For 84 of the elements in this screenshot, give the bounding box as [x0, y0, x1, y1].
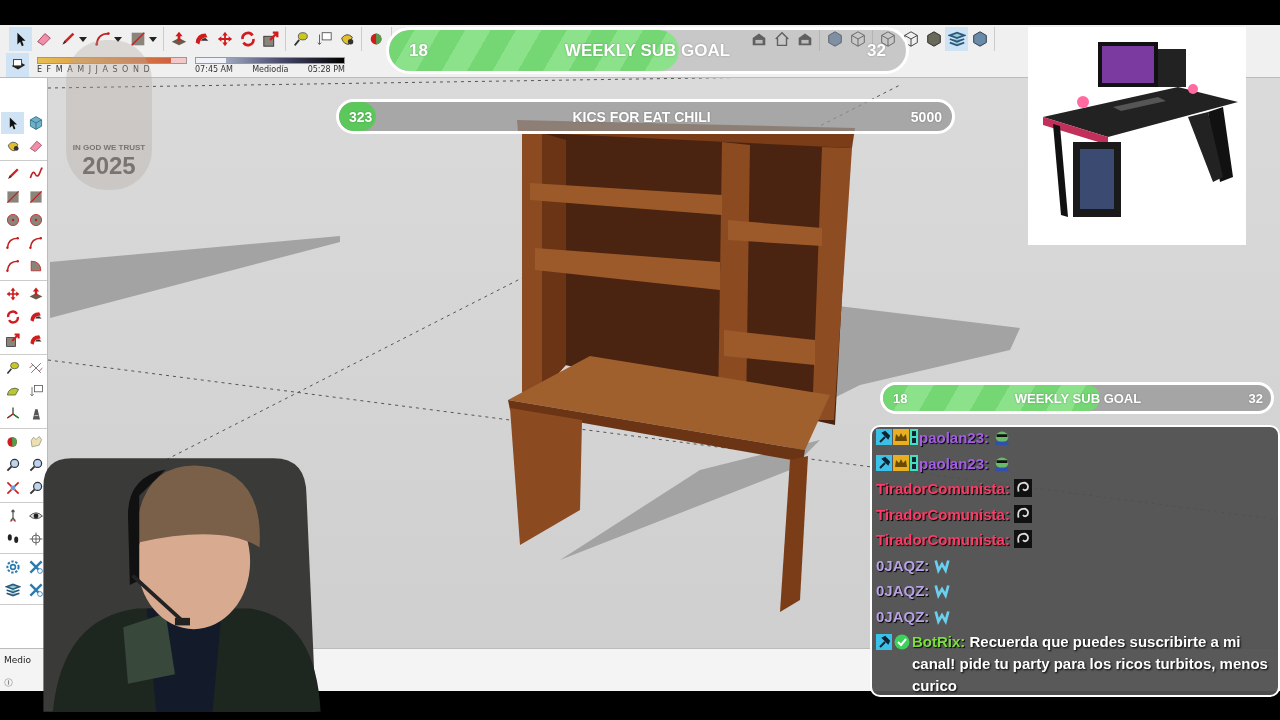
zoom-icon: [27, 480, 44, 496]
crown-badge-icon: [893, 429, 909, 445]
rectangle-icon: [4, 189, 21, 205]
swirl-emote-icon: [1013, 530, 1032, 548]
chat-username[interactable]: TiradorComunista:: [876, 505, 1010, 523]
cube-outline-icon: [901, 30, 920, 48]
goal-title: WEEKLY SUB GOAL: [1014, 390, 1142, 406]
goal-current: 18: [893, 390, 908, 406]
tape-measure-icon: [291, 30, 310, 48]
rotate-icon: [238, 30, 257, 48]
shadow-toggle[interactable]: [6, 53, 29, 77]
rectangle-icon: [27, 189, 44, 205]
dimension-icon: [27, 360, 44, 376]
chat-username[interactable]: paolan23:: [919, 454, 990, 472]
time-label: 05:28 PM: [307, 64, 345, 74]
hammer-badge-icon: [876, 634, 892, 650]
goal-target: 32: [867, 40, 886, 61]
tape-measure-icon: [4, 360, 21, 376]
crosshair-icon: [27, 531, 44, 547]
swirl-emote-icon: [1013, 504, 1032, 523]
chat-username[interactable]: TiradorComunista:: [876, 531, 1010, 548]
section-icon: [27, 582, 44, 598]
og-badge-icon: [910, 454, 918, 471]
layers-icon: [4, 582, 21, 598]
push-pull-icon: [27, 286, 44, 302]
arrow-tool[interactable]: [1, 112, 24, 134]
swirl-emote-icon: [1013, 479, 1032, 497]
text-icon: [27, 383, 44, 399]
arc-icon: [93, 30, 112, 48]
push-pull-icon: [169, 30, 188, 48]
scale-icon: [261, 30, 280, 48]
layers-icon: [947, 30, 966, 48]
move-icon: [4, 286, 21, 302]
cube-icon: [825, 30, 844, 48]
move-icon: [215, 30, 234, 48]
cube-icon: [970, 30, 989, 48]
gear-icon: [4, 559, 21, 575]
logo-year: 2025: [82, 152, 136, 180]
time-label: 07:45 AM: [195, 64, 233, 74]
status-text: Medio: [4, 655, 32, 665]
circle-icon: [27, 212, 44, 228]
eraser-icon: [34, 30, 53, 48]
hammer-badge-icon: [876, 454, 892, 471]
chat-username[interactable]: 0JAQZ:: [876, 582, 930, 599]
goal-target: 5000: [910, 108, 942, 125]
chat-username[interactable]: TiradorComunista:: [876, 480, 1010, 497]
caret-icon: [148, 35, 157, 43]
section-icon: [27, 559, 44, 575]
caret-icon: [113, 35, 122, 43]
hammer-badge-icon: [876, 429, 892, 445]
zoom-icon: [4, 457, 21, 473]
rotate-icon: [4, 309, 21, 325]
chat-username[interactable]: 0JAQZ:: [876, 556, 930, 574]
chat-username[interactable]: 0JAQZ:: [876, 607, 930, 625]
circle-icon: [4, 212, 21, 228]
eraser-icon: [27, 138, 44, 154]
month-slider[interactable]: [38, 57, 172, 63]
arc-icon: [27, 235, 44, 251]
cube-icon: [27, 115, 44, 131]
logo-text: IN GOD WE TRUST: [72, 143, 146, 152]
og-badge-icon: [910, 429, 918, 445]
zoom-icon: [27, 457, 44, 473]
house-icon: [772, 30, 791, 48]
time-label: Mediodía: [252, 64, 289, 74]
goal-current: 18: [409, 40, 428, 61]
crown-badge-icon: [893, 454, 909, 471]
zoom-extents-icon: [4, 480, 21, 496]
goal-current: 323: [349, 108, 373, 125]
chat-message: BotRix: Recuerda que puedes suscribirte a mi canal! pide tu party para los ricos turbitos, menos curico: [912, 632, 1269, 695]
arrow-tool[interactable]: [9, 27, 32, 51]
goal-title: KICS FOR EAT CHILI: [572, 108, 711, 125]
info-icon[interactable]: [3, 677, 14, 688]
arc-icon: [4, 258, 21, 274]
time-slider[interactable]: [196, 57, 226, 63]
cube-icon: [924, 30, 943, 48]
scale-icon: [4, 332, 21, 348]
layers-tool[interactable]: [945, 27, 968, 51]
month-labels: E F M A M J J A S O N D: [37, 64, 152, 74]
chat-username[interactable]: paolan23:: [919, 429, 990, 446]
arc-icon: [4, 235, 21, 251]
goal-target: 32: [1248, 390, 1263, 406]
caret-icon: [78, 35, 87, 43]
cube-outline-icon: [848, 30, 867, 48]
verified-badge-icon: [894, 634, 910, 650]
